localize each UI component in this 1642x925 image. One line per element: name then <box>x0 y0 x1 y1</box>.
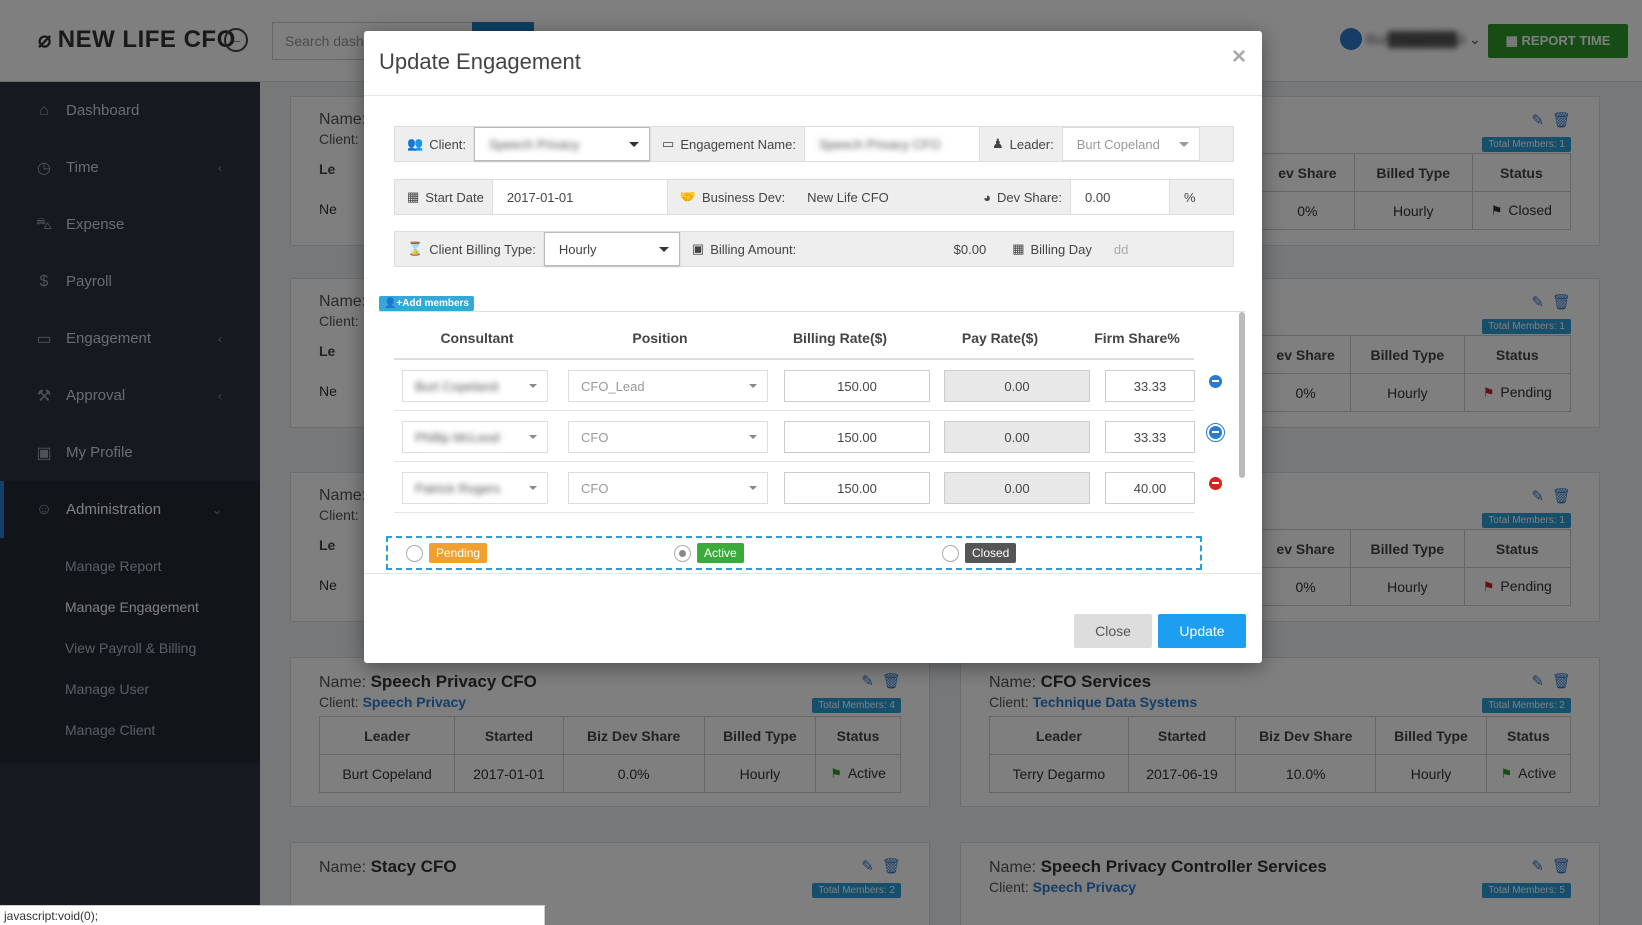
position-select[interactable]: CFO_Lead <box>568 370 768 402</box>
member-row: Patrick Rogers CFO 150.00 0.00 40.00 <box>394 464 1222 513</box>
users-icon: 👥 <box>407 136 424 151</box>
update-button[interactable]: Update <box>1158 614 1246 648</box>
consultant-select[interactable]: Burt Copeland <box>402 370 548 402</box>
close-button[interactable]: Close <box>1074 614 1152 648</box>
dev-share-input[interactable]: 0.00 <box>1070 180 1171 214</box>
billing-rate-input[interactable]: 150.00 <box>784 421 930 453</box>
caret-down-icon <box>749 384 757 388</box>
radio-closed[interactable] <box>942 544 959 562</box>
hourglass-icon: ⌛ <box>407 241 424 256</box>
firm-share-input[interactable]: 40.00 <box>1105 472 1195 504</box>
divider <box>364 573 1262 574</box>
briefcase-icon: ▭ <box>662 136 675 151</box>
firm-share-input[interactable]: 33.33 <box>1105 421 1195 453</box>
client-row: 👥 Client: Speech Privacy ▭ Engagement Name… <box>394 126 1234 162</box>
client-select[interactable]: Speech Privacy <box>474 127 651 161</box>
browser-status-bar: javascript:void(0); <box>0 905 545 925</box>
member-row <box>394 515 1194 523</box>
add-members-button[interactable]: 👤+Add members <box>379 296 474 311</box>
remove-member-icon[interactable] <box>1209 375 1222 388</box>
remove-member-icon[interactable] <box>1206 423 1225 442</box>
caret-down-icon <box>529 384 537 388</box>
caret-down-icon <box>529 486 537 490</box>
pay-rate-value: 0.00 <box>944 421 1090 453</box>
position-select[interactable]: CFO <box>568 472 768 504</box>
billing-amount-value: $0.00 <box>804 232 1001 266</box>
status-radio-group: Pending Active Closed <box>386 536 1202 570</box>
billing-rate-input[interactable]: 150.00 <box>784 472 930 504</box>
leader-select[interactable]: Burt Copeland <box>1061 127 1200 161</box>
calendar-icon: ▦ <box>407 189 420 204</box>
caret-down-icon <box>749 486 757 490</box>
percent-addon: % <box>1184 189 1196 205</box>
user-plus-icon: 👤+ <box>384 298 403 309</box>
handshake-icon: 🤝 <box>679 189 697 204</box>
member-row: Burt Copeland CFO_Lead 150.00 0.00 33.33 <box>394 362 1222 411</box>
billing-day-input[interactable]: dd <box>1099 232 1196 266</box>
calendar-check-icon: ▦ <box>1012 241 1025 256</box>
status-option-closed[interactable]: Closed <box>942 543 1017 563</box>
divider <box>364 95 1262 96</box>
pay-rate-value: 0.00 <box>944 472 1090 504</box>
radio-pending[interactable] <box>406 544 423 562</box>
scrollbar[interactable] <box>1239 312 1245 478</box>
caret-down-icon <box>658 247 669 252</box>
billing-row: ⌛ Client Billing Type: Hourly ▣ Billing Am… <box>394 231 1234 267</box>
caret-down-icon <box>529 435 537 439</box>
business-dev-value: New Life CFO <box>793 180 972 214</box>
firm-share-input[interactable]: 33.33 <box>1105 370 1195 402</box>
consultant-select[interactable]: Phillip McLeod <box>402 421 548 453</box>
engagement-name-input[interactable]: Speech Privacy CFO <box>803 127 980 161</box>
start-date-input[interactable]: 2017-01-01 <box>491 180 668 214</box>
caret-down-icon <box>749 435 757 439</box>
update-engagement-modal: Update Engagement × 👥 Client: Speech Priv… <box>364 31 1262 663</box>
members-header: Consultant Position Billing Rate($) Pay … <box>394 330 1194 360</box>
money-icon: ▣ <box>691 241 705 256</box>
consultant-select[interactable]: Patrick Rogers <box>402 472 548 504</box>
remove-member-icon[interactable] <box>1209 477 1222 490</box>
start-date-row: ▦ Start Date 2017-01-01 🤝 Business Dev: Ne… <box>394 179 1234 215</box>
pay-rate-value: 0.00 <box>944 370 1090 402</box>
pie-chart-icon: ◕ <box>983 189 991 205</box>
caret-down-icon <box>629 142 640 147</box>
status-option-active[interactable]: Active <box>674 543 744 563</box>
member-row: Phillip McLeod CFO 150.00 0.00 33.33 <box>394 413 1225 462</box>
close-icon[interactable]: × <box>1232 43 1246 71</box>
members-table: Consultant Position Billing Rate($) Pay … <box>379 311 1245 523</box>
billing-rate-input[interactable]: 150.00 <box>784 370 930 402</box>
position-select[interactable]: CFO <box>568 421 768 453</box>
modal-title: Update Engagement <box>379 49 581 74</box>
person-icon: ♟ <box>991 136 1004 151</box>
caret-down-icon <box>1178 142 1189 147</box>
billing-type-select[interactable]: Hourly <box>543 232 680 266</box>
status-option-pending[interactable]: Pending <box>406 543 488 563</box>
radio-active[interactable] <box>674 544 691 562</box>
